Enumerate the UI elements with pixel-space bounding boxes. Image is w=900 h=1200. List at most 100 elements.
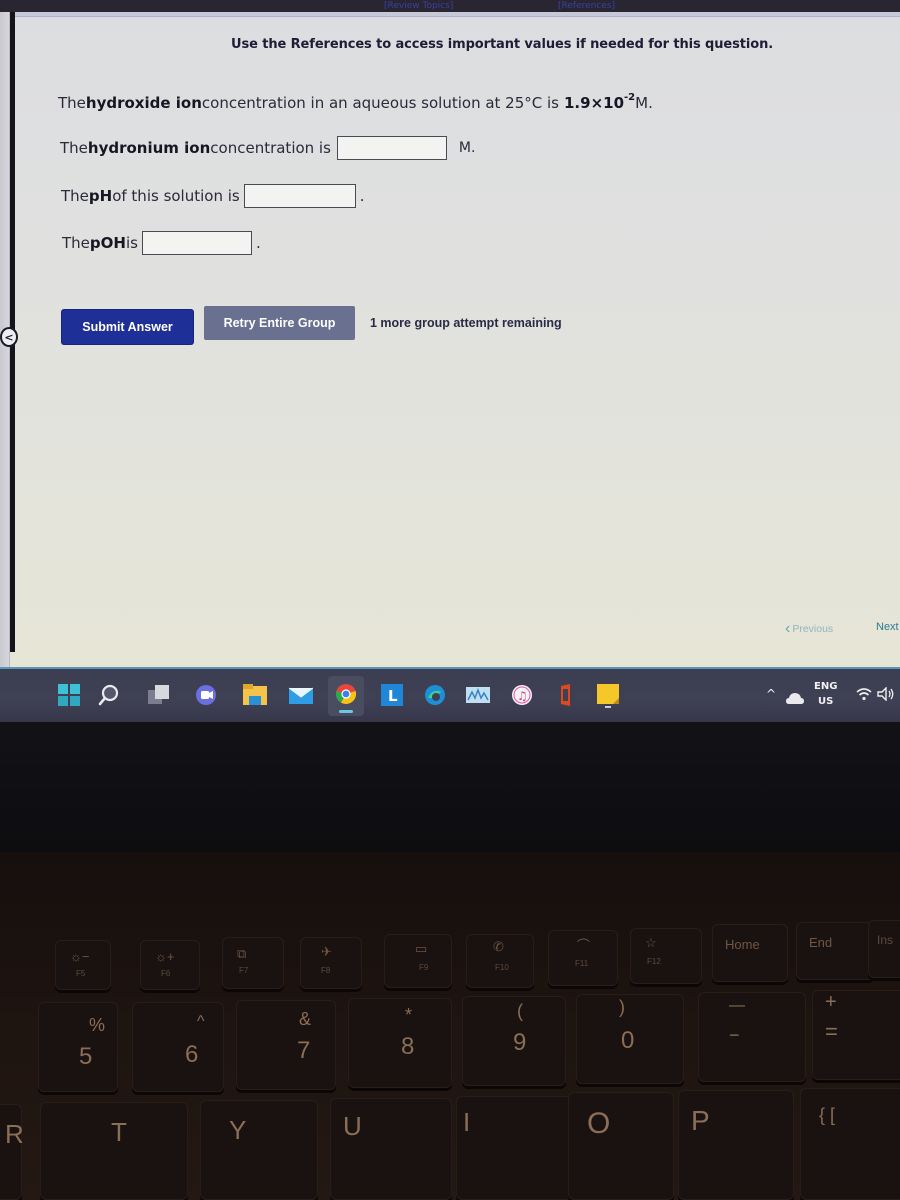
language-indicator[interactable]: ENG US (814, 679, 837, 709)
key-9[interactable]: ( 9 (462, 996, 566, 1086)
show-hidden-icons-chevron-icon[interactable]: ^ (766, 687, 776, 701)
references-link[interactable]: [References] (558, 0, 615, 12)
key-7-shift: & (299, 1009, 312, 1029)
windows-taskbar: L ♫ ^ ENG US (0, 667, 900, 722)
key-minus-main: − (729, 1025, 740, 1045)
f12-label: F12 (647, 957, 661, 966)
mail-icon[interactable] (288, 684, 314, 706)
key-r[interactable]: R (0, 1104, 24, 1200)
key-8[interactable]: * 8 (348, 998, 452, 1088)
key-f11[interactable]: ⌒ F11 (548, 930, 618, 986)
key-o[interactable]: O (568, 1092, 674, 1200)
value-base: 1.9×10 (564, 94, 625, 112)
key-0-shift: ) (619, 997, 625, 1017)
key-u[interactable]: U (330, 1098, 452, 1200)
statement-text: concentration in an aqueous solution at … (201, 94, 559, 112)
teams-chat-icon[interactable] (195, 684, 217, 706)
key-5-shift: % (89, 1015, 106, 1035)
key-0[interactable]: ) 0 (576, 994, 684, 1084)
key-equals[interactable]: + = (812, 990, 900, 1080)
lexibook-app-icon[interactable]: L (381, 684, 403, 706)
f5-label: F5 (76, 969, 86, 978)
chevron-left-icon: < (4, 330, 14, 344)
key-6[interactable]: ^ 6 (132, 1002, 224, 1092)
key-minus[interactable]: — − (698, 992, 806, 1082)
unit-text: . (255, 234, 261, 252)
search-icon[interactable] (97, 684, 119, 706)
key-bracket-label: { [ (819, 1105, 836, 1125)
key-f8[interactable]: ✈ F8 (300, 937, 362, 989)
hydronium-input[interactable] (336, 136, 447, 160)
key-i-label: I (463, 1107, 471, 1137)
key-5[interactable]: % 5 (38, 1002, 118, 1092)
unit-text: M. (458, 140, 476, 156)
photos-icon[interactable] (466, 684, 490, 706)
review-topics-link[interactable]: [Review Topics] (384, 0, 453, 12)
key-r-label: R (5, 1119, 24, 1149)
onedrive-cloud-icon[interactable] (786, 689, 804, 708)
poh-question: The pOH is . (62, 231, 261, 255)
next-button[interactable]: Next (876, 621, 899, 633)
poh-input[interactable] (141, 231, 252, 255)
f11-label: F11 (575, 959, 589, 968)
itunes-icon[interactable]: ♫ (511, 684, 533, 706)
key-u-label: U (343, 1111, 362, 1141)
question-text: concentration is (210, 139, 331, 157)
key-t-label: T (111, 1117, 127, 1147)
references-note: Use the References to access important v… (231, 37, 774, 52)
f10-glyph: ✆ (493, 939, 504, 954)
key-o-label: O (587, 1107, 611, 1140)
key-9-shift: ( (517, 1001, 523, 1021)
key-p[interactable]: P (678, 1090, 794, 1200)
key-f6[interactable]: ☼+ F6 (140, 940, 200, 990)
question-text: is (125, 234, 138, 252)
language-code: ENG (814, 681, 838, 692)
key-home[interactable]: Home (712, 924, 788, 982)
key-t[interactable]: T (40, 1102, 188, 1200)
key-f5[interactable]: ☼− F5 (55, 940, 111, 990)
key-6-main: 6 (185, 1041, 199, 1068)
key-7[interactable]: & 7 (236, 1000, 336, 1090)
attempts-remaining-text: 1 more group attempt remaining (370, 316, 562, 330)
key-f10[interactable]: ✆ F10 (466, 934, 534, 988)
insert-label: Ins (877, 933, 894, 947)
question-page: Use the References to access important v… (0, 12, 900, 667)
home-label: Home (725, 937, 760, 952)
key-end[interactable]: End (796, 922, 874, 980)
edge-browser-icon[interactable] (424, 684, 446, 706)
key-y-label: Y (229, 1115, 247, 1145)
f10-label: F10 (495, 963, 509, 972)
office-icon[interactable] (554, 684, 576, 706)
f8-glyph: ✈ (321, 944, 332, 959)
ph-question: The pH of this solution is . (61, 184, 365, 208)
key-i[interactable]: I (456, 1096, 574, 1200)
sticky-notes-icon[interactable] (597, 684, 619, 708)
key-8-main: 8 (401, 1033, 415, 1060)
retry-entire-group-button[interactable]: Retry Entire Group (204, 306, 355, 340)
collapse-panel-button[interactable]: < (0, 327, 18, 347)
f9-label: F9 (419, 963, 429, 972)
key-f7[interactable]: ⧉ F7 (222, 937, 284, 989)
submit-answer-button[interactable]: Submit Answer (62, 310, 193, 344)
keyboard-layout: US (818, 696, 834, 707)
active-app-indicator (339, 710, 353, 713)
statement-bold: hydroxide ion (85, 94, 202, 112)
wifi-icon[interactable] (856, 686, 872, 705)
chrome-taskbar-button[interactable] (328, 676, 364, 716)
question-text: The (62, 234, 90, 252)
file-explorer-icon[interactable] (243, 684, 267, 706)
key-y[interactable]: Y (200, 1100, 318, 1200)
task-view-icon[interactable] (148, 684, 170, 706)
key-9-main: 9 (513, 1029, 527, 1056)
svg-text:♫: ♫ (517, 689, 528, 703)
f7-glyph: ⧉ (237, 946, 247, 961)
windows-start-icon[interactable] (58, 684, 80, 706)
key-insert[interactable]: Ins (868, 920, 900, 978)
ph-input[interactable] (243, 184, 356, 208)
key-bracket-left[interactable]: { [ (800, 1088, 900, 1200)
key-f12[interactable]: ☆ F12 (630, 928, 702, 984)
key-f9[interactable]: ▭ F9 (384, 934, 452, 988)
svg-text:L: L (388, 687, 398, 705)
previous-button[interactable]: ‹ Previous (785, 620, 833, 638)
volume-icon[interactable] (877, 686, 895, 705)
